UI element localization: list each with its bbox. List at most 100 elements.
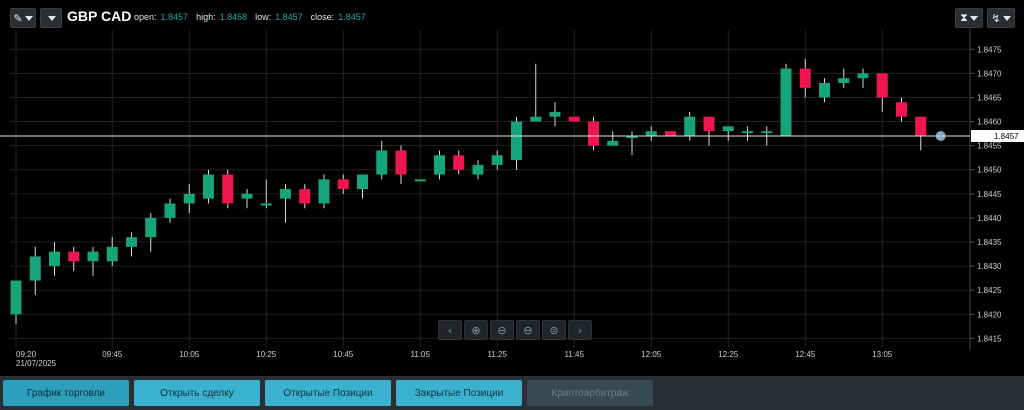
candle-up xyxy=(511,121,522,161)
open-label: open: xyxy=(134,12,157,22)
candle-up xyxy=(203,174,214,199)
zoom-in-icon[interactable]: ⊕ xyxy=(464,320,488,340)
zoom-minus-icon[interactable]: ⊖ xyxy=(516,320,540,340)
x-tick-label: 10:45 xyxy=(333,350,354,359)
y-tick-label: 1.8420 xyxy=(977,310,1002,319)
candle-down xyxy=(588,121,599,146)
crypto-arbitrage-button[interactable]: Криптоарбитраж xyxy=(527,380,653,406)
candle-up xyxy=(491,155,503,165)
candle-up xyxy=(241,193,253,199)
x-tick-label: 10:25 xyxy=(256,350,277,359)
candle-up xyxy=(761,131,773,134)
y-tick-label: 1.8415 xyxy=(977,334,1002,343)
chevron-down-icon xyxy=(1002,15,1011,21)
closed-positions-button[interactable]: Закрытые Позиции xyxy=(396,380,522,406)
open-value: 1.8457 xyxy=(160,12,189,22)
candle-down xyxy=(915,116,927,136)
chevron-right-icon[interactable]: › xyxy=(568,320,592,340)
low-label: low: xyxy=(255,12,272,22)
trading-chart-button[interactable]: График торговли xyxy=(3,380,129,406)
open-trade-button[interactable]: Открыть сделку xyxy=(134,380,260,406)
candle-up xyxy=(722,126,734,132)
candle-up xyxy=(838,78,850,83)
candle-up xyxy=(530,116,542,122)
low-value: 1.8457 xyxy=(275,12,303,22)
indicators-button[interactable]: ↯ xyxy=(987,8,1015,28)
y-tick-label: 1.8460 xyxy=(977,118,1002,127)
x-tick-label: 09:45 xyxy=(102,350,123,359)
y-tick-label: 1.8475 xyxy=(977,45,1002,54)
close-label: close: xyxy=(310,12,335,22)
candle-up xyxy=(376,150,388,175)
x-tick-sublabel: 21/07/2025 xyxy=(16,359,57,368)
candle-up xyxy=(549,111,561,117)
y-tick-label: 1.8465 xyxy=(977,93,1002,102)
candle-up xyxy=(434,155,445,175)
candle-up xyxy=(87,251,99,262)
candle-up xyxy=(126,237,137,247)
x-tick-label: 12:25 xyxy=(718,350,739,359)
candle-up xyxy=(780,68,792,136)
open-positions-button[interactable]: Открытые Позиции xyxy=(265,380,391,406)
candle-up xyxy=(183,193,195,204)
chart-toolbar: ✎ GBP CAD open: 1.8457 high: 1.8458 low:… xyxy=(0,0,1024,34)
candle-up xyxy=(10,280,22,315)
candle-up xyxy=(607,140,619,146)
candle-up xyxy=(260,203,272,206)
x-tick-label: 12:05 xyxy=(641,350,662,359)
current-price-label: 1.8457 xyxy=(994,132,1019,141)
candle-down xyxy=(703,116,715,132)
candle-down xyxy=(876,73,888,98)
timeframe-button[interactable]: ⧗ xyxy=(955,8,983,28)
y-tick-label: 1.8435 xyxy=(977,238,1002,247)
y-tick-label: 1.8450 xyxy=(977,166,1002,175)
y-tick-label: 1.8440 xyxy=(977,214,1002,223)
candle-down xyxy=(453,155,465,170)
symbol-dropdown-button[interactable] xyxy=(40,8,62,28)
x-tick-label: 11:05 xyxy=(411,350,431,359)
candle-up xyxy=(29,256,41,281)
bottom-nav-bar: График торговли Открыть сделку Открытые … xyxy=(0,376,1024,410)
x-tick-label: 11:45 xyxy=(565,350,585,359)
zoom-reset-icon[interactable]: ⊜ xyxy=(542,320,566,340)
x-tick-label: 09:20 xyxy=(16,350,37,359)
candle-down xyxy=(395,150,407,175)
chevron-down-icon xyxy=(24,15,33,21)
candle-up xyxy=(106,246,118,262)
candle-down xyxy=(299,189,311,204)
pencil-icon: ✎ xyxy=(13,11,23,25)
candle-up xyxy=(280,189,291,199)
high-label: high: xyxy=(196,12,216,22)
hourglass-icon: ⧗ xyxy=(960,11,968,24)
candle-up xyxy=(857,73,869,79)
y-tick-label: 1.8425 xyxy=(977,286,1002,295)
candle-down xyxy=(799,68,811,88)
chevron-down-icon xyxy=(969,15,978,21)
drawing-tool-button[interactable]: ✎ xyxy=(10,8,36,28)
x-tick-label: 10:05 xyxy=(179,350,200,359)
candle-up xyxy=(318,179,330,204)
high-value: 1.8458 xyxy=(219,12,248,22)
chevron-left-icon[interactable]: ‹ xyxy=(438,320,462,340)
candle-down xyxy=(896,102,907,117)
candle-up xyxy=(164,203,176,218)
candle-down xyxy=(222,174,234,204)
x-tick-label: 12:45 xyxy=(795,350,816,359)
candle-down xyxy=(68,251,80,262)
ohlc-readout: open: 1.8457 high: 1.8458 low: 1.8457 cl… xyxy=(134,12,370,22)
close-value: 1.8457 xyxy=(338,12,366,22)
zoom-controls: ‹ ⊕ ⊖ ⊖ ⊜ › xyxy=(438,320,592,340)
candle-up xyxy=(49,251,60,267)
candle-up xyxy=(684,116,696,136)
candle-down xyxy=(337,179,349,189)
candle-down xyxy=(665,131,676,136)
candle-up xyxy=(742,131,753,134)
y-tick-label: 1.8470 xyxy=(977,69,1002,78)
indicator-icon: ↯ xyxy=(991,11,1001,25)
y-tick-label: 1.8430 xyxy=(977,262,1002,271)
x-tick-label: 11:25 xyxy=(488,350,508,359)
zoom-out-icon[interactable]: ⊖ xyxy=(490,320,514,340)
candle-up xyxy=(819,83,830,98)
candle-down xyxy=(568,116,580,122)
symbol-title: GBP CAD xyxy=(67,8,132,24)
